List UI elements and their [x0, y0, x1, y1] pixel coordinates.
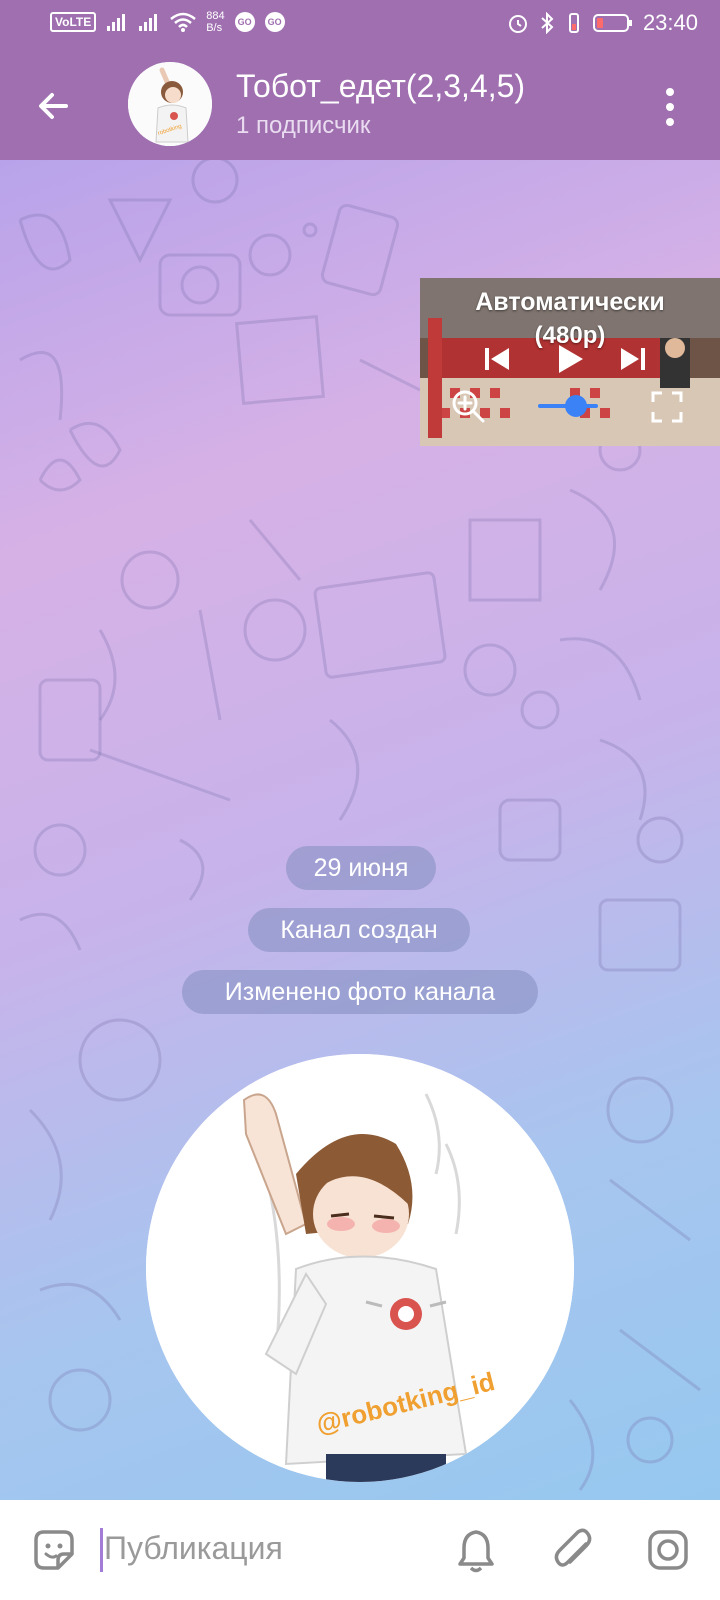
- vibrate-icon: [568, 13, 579, 33]
- alarm-icon: [508, 15, 527, 33]
- date-separator: 29 июня: [286, 846, 436, 890]
- playback-speed-slider[interactable]: [538, 394, 608, 418]
- network-speed: 884 B/s: [206, 10, 224, 34]
- sticker-emoji-icon[interactable]: [30, 1526, 78, 1574]
- signal-icon: [107, 14, 126, 31]
- status-left: VoLTE 884 B/s GO GO: [50, 10, 285, 34]
- message-input-bar: Публикация: [0, 1500, 720, 1600]
- status-right: 23:40: [507, 10, 698, 36]
- go-app-icon-2: GO: [264, 12, 285, 32]
- network-speed-unit: B/s: [206, 22, 223, 34]
- volte-badge: VoLTE: [50, 12, 97, 32]
- channel-photo-illustration: @robotking_id: [146, 1054, 574, 1482]
- zoom-in-icon[interactable]: [450, 388, 486, 424]
- attach-paperclip-icon[interactable]: [550, 1526, 598, 1574]
- channel-avatar[interactable]: robotking: [128, 62, 212, 146]
- avatar-illustration: robotking: [128, 62, 212, 146]
- channel-title[interactable]: Тобот_едет(2,3,4,5): [236, 68, 525, 105]
- notification-bell-icon[interactable]: [454, 1526, 498, 1574]
- signal-icon-2: [139, 14, 158, 31]
- back-arrow-icon[interactable]: [32, 84, 76, 128]
- camera-instagram-icon[interactable]: [644, 1526, 692, 1574]
- pip-video-player[interactable]: Автоматически (480p): [420, 278, 720, 446]
- network-speed-value: 884: [206, 10, 225, 22]
- bluetooth-icon: [541, 12, 554, 34]
- post-input-field[interactable]: Публикация: [104, 1530, 283, 1567]
- fullscreen-icon[interactable]: [650, 390, 684, 424]
- chat-background: Автоматически (480p) 29 июня Канал созда…: [0, 160, 720, 1500]
- pip-quality-label: Автоматически: [475, 288, 665, 316]
- text-cursor: [100, 1528, 103, 1572]
- service-message-photo-changed: Изменено фото канала: [182, 970, 538, 1014]
- wifi-icon: [170, 12, 197, 32]
- service-message-channel-created: Канал создан: [248, 908, 470, 952]
- status-bar: VoLTE 884 B/s GO GO 23:40: [0, 0, 720, 52]
- more-options-icon[interactable]: [650, 82, 690, 132]
- play-icon[interactable]: [552, 342, 586, 376]
- go-app-icon: GO: [234, 12, 255, 32]
- skip-previous-icon[interactable]: [482, 344, 512, 374]
- clock: 23:40: [642, 10, 698, 35]
- chat-header: robotking Тобот_едет(2,3,4,5) 1 подписчи…: [0, 52, 720, 160]
- battery-icon: [592, 14, 632, 32]
- channel-photo-message[interactable]: @robotking_id: [146, 1054, 574, 1482]
- skip-next-icon[interactable]: [618, 344, 648, 374]
- subscriber-count: 1 подписчик: [236, 112, 371, 139]
